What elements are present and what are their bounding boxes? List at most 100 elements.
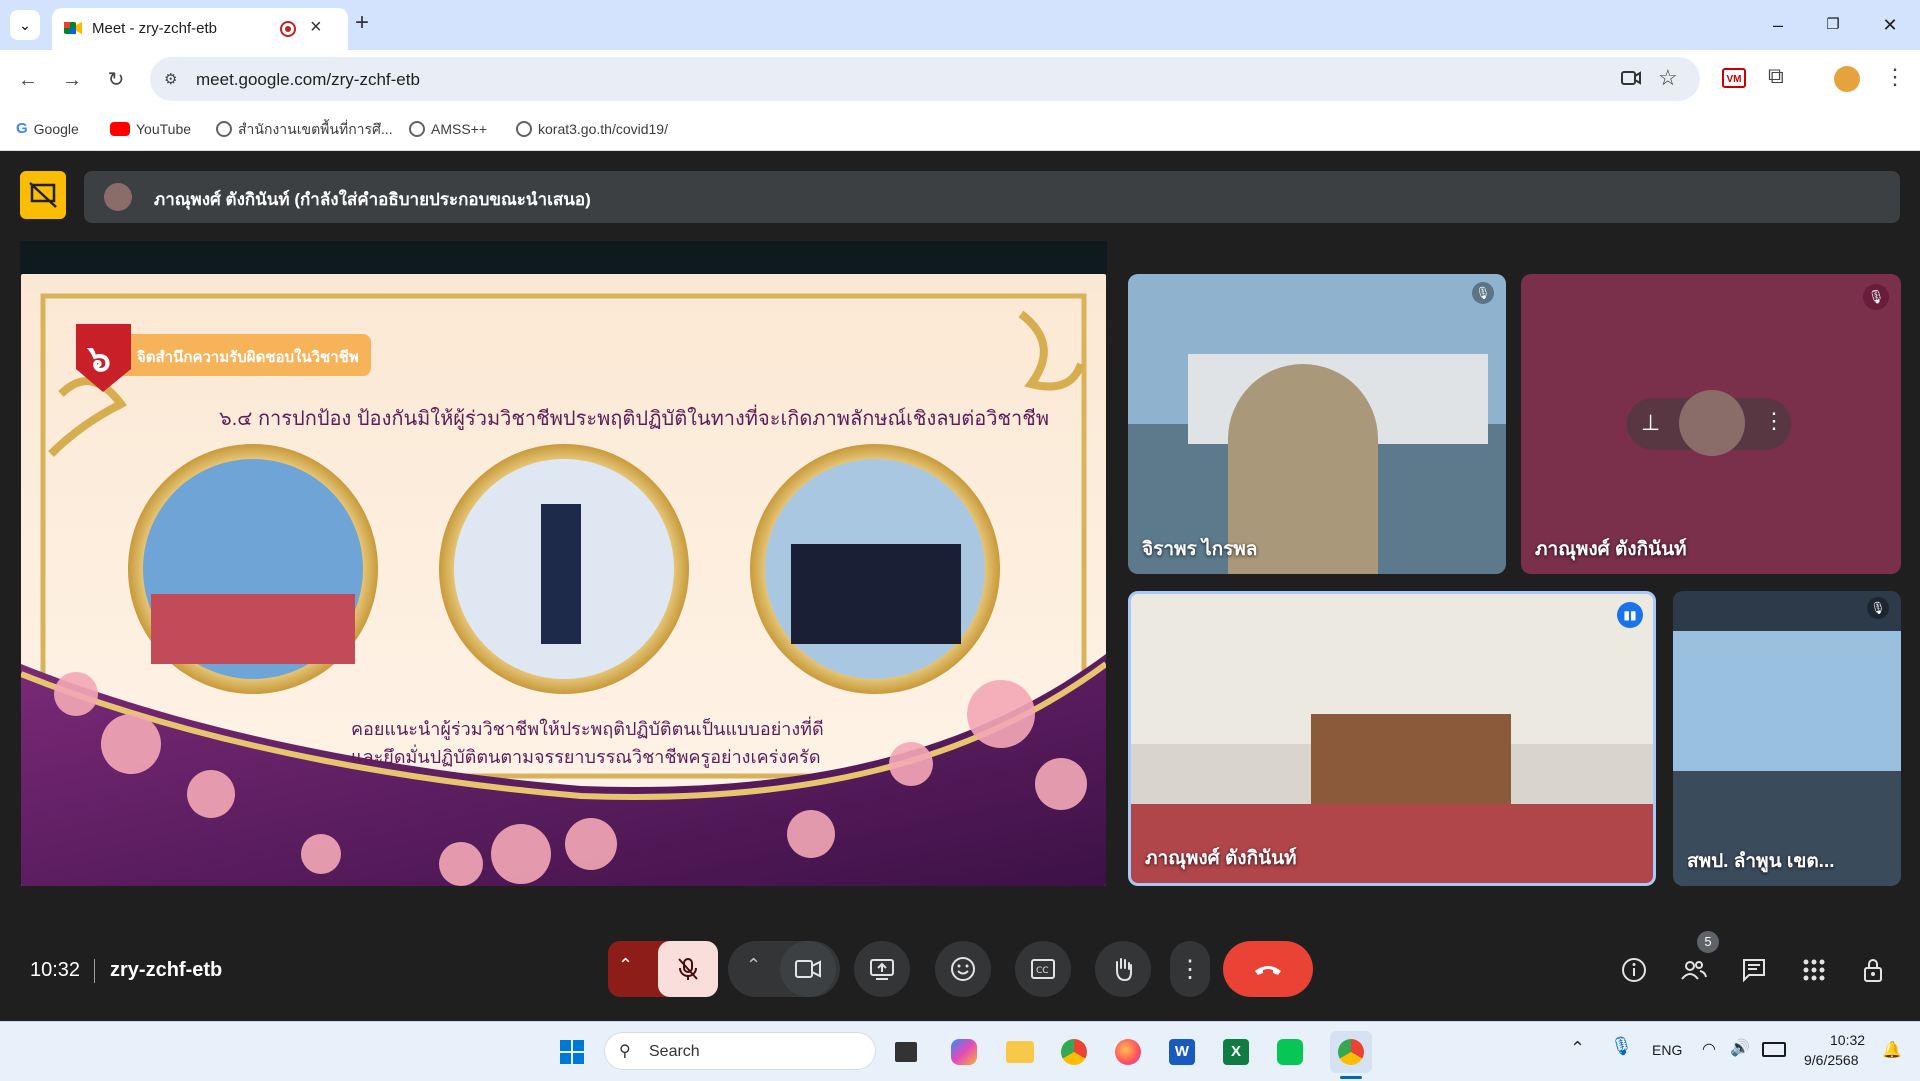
search-icon: ⚲ bbox=[619, 1043, 631, 1060]
stage-dark-band bbox=[20, 241, 1107, 274]
site-info-icon[interactable]: ⚙ bbox=[164, 70, 177, 88]
video-options-chevron-icon[interactable]: ⌃ bbox=[746, 955, 761, 976]
tab-meet[interactable]: Meet - zry-zchf-etb × bbox=[52, 8, 348, 50]
new-tab-button[interactable]: + bbox=[355, 9, 369, 37]
youtube-icon bbox=[110, 122, 130, 136]
tab-title: Meet - zry-zchf-etb bbox=[92, 20, 218, 37]
globe-icon bbox=[516, 121, 532, 137]
speaking-indicator-icon: ▮▮ bbox=[1617, 602, 1643, 628]
firefox-icon[interactable] bbox=[1110, 1034, 1146, 1070]
mic-off-icon: 🎙 bbox=[1867, 597, 1889, 619]
vm-extension-icon[interactable]: VM bbox=[1722, 68, 1746, 88]
more-options-button[interactable]: ⋮ bbox=[1170, 941, 1210, 997]
presentation-slide: ๖ จิตสำนึกความรับผิดชอบในวิชาชีพ ๖.๔ การ… bbox=[21, 274, 1106, 886]
more-options-icon[interactable]: ⋮ bbox=[1763, 408, 1785, 434]
raise-hand-button[interactable] bbox=[1095, 941, 1151, 997]
apps-grid-icon bbox=[1803, 959, 1825, 981]
profile-avatar[interactable] bbox=[1834, 66, 1860, 92]
host-controls-button[interactable] bbox=[1852, 948, 1896, 992]
battery-icon[interactable] bbox=[1762, 1042, 1786, 1057]
copilot-icon[interactable] bbox=[946, 1034, 982, 1070]
show-hidden-icons-chevron[interactable]: ⌃ bbox=[1570, 1038, 1585, 1059]
volume-icon[interactable]: 🔊 bbox=[1730, 1038, 1750, 1058]
pin-icon[interactable]: ⊥ bbox=[1641, 410, 1660, 436]
clock-date[interactable]: 9/6/2568 bbox=[1804, 1052, 1859, 1068]
participant-name: ภาณุพงศ์ ตังกินันท์ bbox=[1145, 848, 1297, 869]
bookmark-label: YouTube bbox=[136, 121, 192, 137]
present-screen-icon bbox=[870, 959, 894, 980]
bookmark-label: สำนักงานเขตพื้นที่การศึ... bbox=[238, 121, 393, 137]
bookmark-label: korat3.go.th/covid19/ bbox=[538, 121, 668, 137]
task-view-icon[interactable] bbox=[888, 1034, 924, 1070]
close-window-icon[interactable]: ✕ bbox=[1870, 10, 1910, 40]
bookmark-youtube[interactable]: YouTube bbox=[110, 118, 191, 140]
screen-content bbox=[1673, 631, 1901, 771]
chrome-active-icon[interactable] bbox=[1330, 1031, 1372, 1073]
meeting-time: 10:32 bbox=[30, 959, 81, 981]
bookmark-korat3[interactable]: korat3.go.th/covid19/ bbox=[516, 118, 668, 140]
address-bar[interactable]: ⚙ meet.google.com/zry-zchf-etb ☆ bbox=[150, 57, 1700, 101]
excel-icon[interactable]: X bbox=[1218, 1034, 1254, 1070]
recording-icon bbox=[280, 21, 296, 37]
extensions-icon[interactable]: ⧉ bbox=[1768, 63, 1784, 89]
slide-caption-line2: และยึดมั่นปฏิบัติตนตามจรรยาบรรณวิชาชีพคร… bbox=[351, 747, 821, 767]
participant-name: สพป. ลำพูน เขต... bbox=[1687, 851, 1835, 872]
start-button[interactable] bbox=[554, 1034, 590, 1070]
url-text[interactable]: meet.google.com/zry-zchf-etb bbox=[196, 70, 420, 90]
bookmark-google[interactable]: G Google bbox=[16, 118, 79, 140]
mic-off-icon: 🎙 bbox=[1472, 282, 1494, 304]
participant-tile-3[interactable]: ▮▮ ภาณุพงศ์ ตังกินันท์ bbox=[1128, 591, 1656, 886]
active-app-indicator bbox=[1340, 1076, 1362, 1079]
leave-call-button[interactable] bbox=[1223, 941, 1313, 997]
captions-icon: CC bbox=[1031, 959, 1055, 979]
slide-heading: ๖.๔ การปกป้อง ป้องกันมิให้ผู้ร่วมวิชาชีพ… bbox=[219, 408, 1049, 430]
people-button[interactable] bbox=[1672, 948, 1716, 992]
tile-hover-controls: ⊥ ⋮ bbox=[1627, 390, 1791, 456]
activities-button[interactable] bbox=[1792, 948, 1836, 992]
globe-icon bbox=[409, 121, 425, 137]
presentation-indicator[interactable] bbox=[20, 171, 66, 219]
bookmark-office[interactable]: สำนักงานเขตพื้นที่การศึ... bbox=[216, 118, 393, 140]
chrome-icon[interactable] bbox=[1056, 1034, 1092, 1070]
avatar bbox=[1679, 390, 1745, 456]
info-icon bbox=[1622, 958, 1646, 982]
participant-tile-1[interactable]: 🎙 จิราพร ไกรพล bbox=[1128, 274, 1506, 574]
participant-tile-2[interactable]: 🎙 ⊥ ⋮ ภาณุพงศ์ ตังกินันท์ bbox=[1521, 274, 1901, 574]
bookmark-label: Google bbox=[33, 121, 79, 137]
back-icon[interactable]: ← bbox=[12, 64, 44, 96]
camera-in-use-icon[interactable] bbox=[1620, 67, 1642, 89]
language-indicator[interactable]: ENG bbox=[1652, 1042, 1682, 1058]
camera-icon bbox=[795, 960, 821, 978]
line-app-icon[interactable] bbox=[1272, 1034, 1308, 1070]
bookmark-star-icon[interactable]: ☆ bbox=[1658, 65, 1678, 91]
chrome-menu-icon[interactable]: ⋮ bbox=[1884, 64, 1906, 90]
reload-icon[interactable]: ↻ bbox=[100, 64, 132, 96]
tab-search-button[interactable]: ⌄ bbox=[10, 10, 40, 40]
bookmark-amss[interactable]: AMSS++ bbox=[409, 118, 487, 140]
minimize-icon[interactable]: – bbox=[1758, 10, 1798, 40]
meeting-info-button[interactable] bbox=[1612, 948, 1656, 992]
taskbar-search-box[interactable]: ⚲ Search bbox=[604, 1032, 876, 1070]
file-explorer-icon[interactable] bbox=[1002, 1034, 1038, 1070]
chat-button[interactable] bbox=[1732, 948, 1776, 992]
captions-button[interactable]: CC bbox=[1015, 941, 1071, 997]
camera-button[interactable] bbox=[780, 941, 836, 997]
mic-off-icon bbox=[678, 958, 698, 980]
reactions-button[interactable] bbox=[935, 941, 991, 997]
divider bbox=[94, 959, 95, 983]
microphone-tray-icon[interactable]: 🎙 bbox=[1610, 1036, 1633, 1057]
mic-off-button[interactable] bbox=[658, 941, 718, 997]
forward-icon[interactable]: → bbox=[56, 64, 88, 96]
tab-close-icon[interactable]: × bbox=[310, 16, 322, 39]
notifications-icon[interactable]: 🔔 bbox=[1882, 1040, 1902, 1060]
restore-icon[interactable]: ❐ bbox=[1813, 10, 1853, 40]
clock-time[interactable]: 10:32 bbox=[1830, 1032, 1865, 1048]
audio-options-chevron-icon[interactable]: ⌃ bbox=[618, 955, 633, 976]
participant-tile-4[interactable]: 🎙 สพป. ลำพูน เขต... bbox=[1673, 591, 1901, 886]
bookmarks-bar: G Google YouTube สำนักงานเขตพื้นที่การศึ… bbox=[0, 108, 1920, 151]
word-icon[interactable]: W bbox=[1164, 1034, 1200, 1070]
lock-person-icon bbox=[1864, 959, 1882, 982]
shelf-shape bbox=[1311, 714, 1511, 804]
wifi-icon[interactable]: ◠ bbox=[1702, 1039, 1716, 1059]
present-button[interactable] bbox=[854, 941, 910, 997]
